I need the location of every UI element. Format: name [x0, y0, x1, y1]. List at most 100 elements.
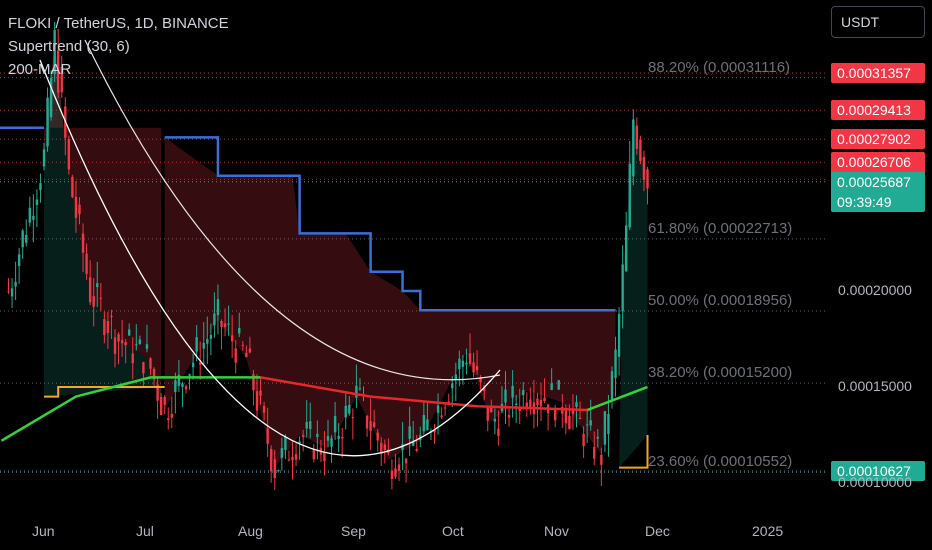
time-tick-7: 2025 [752, 523, 784, 539]
candle-body [85, 253, 88, 274]
candle-body [106, 321, 110, 334]
candle-body [135, 344, 138, 346]
candle-body [184, 386, 188, 390]
candle-body [550, 383, 553, 390]
price-label-value: 0.00027902 [837, 131, 911, 148]
candle-body [305, 422, 308, 429]
ma-legend[interactable]: 200-MAR [8, 58, 229, 81]
candle-body [234, 348, 237, 363]
candle-body [163, 397, 166, 405]
chart-area[interactable]: FLOKI / TetherUS, 1D, BINANCE Supertrend… [0, 0, 932, 550]
candle-body [191, 362, 195, 368]
time-tick-0: Jun [32, 523, 55, 539]
price-tick-1: 0.00015000 [838, 378, 912, 394]
candle-body [159, 396, 163, 416]
fib-label-3: 38.20% (0.00015200) [648, 364, 793, 382]
candle-body [642, 157, 646, 180]
candle-body [564, 410, 568, 424]
price-label-1: 0.00029413 [831, 100, 925, 121]
candle-body [422, 415, 426, 432]
candle-body [291, 456, 294, 461]
candle-body [408, 426, 411, 439]
candle-body [589, 420, 592, 426]
candle-body [110, 315, 113, 317]
candle-body [468, 353, 472, 364]
candle-body [507, 414, 511, 418]
candle-body [138, 339, 142, 345]
candle-body [610, 371, 614, 401]
countdown-timer: 09:39:49 [837, 193, 892, 210]
candle-body [415, 449, 418, 451]
candle-body [383, 444, 386, 450]
candle-body [103, 319, 106, 336]
candle-body [575, 402, 578, 408]
candle-body [124, 342, 127, 346]
candle-body [195, 337, 198, 352]
candle-body [461, 360, 465, 367]
price-label-0: 0.00031357 [831, 62, 925, 83]
candle-body [280, 448, 284, 458]
candle-body [14, 281, 17, 287]
candle-body [330, 438, 333, 447]
price-label-value: 0.00031357 [837, 64, 911, 81]
currency-button[interactable]: USDT [831, 6, 925, 38]
candle-body [17, 254, 21, 267]
candle-body [607, 414, 610, 435]
candle-body [74, 196, 78, 218]
candle-body [522, 390, 525, 396]
candle-body [596, 436, 599, 439]
candle-body [369, 420, 372, 432]
candle-body [170, 413, 173, 418]
candle-body [344, 405, 347, 418]
candle-body [25, 234, 28, 243]
candle-body [337, 435, 340, 439]
candle-body [635, 125, 639, 149]
supertrend-legend[interactable]: Supertrend (30, 6) [8, 35, 229, 58]
candle-body [298, 441, 301, 443]
candle-body [10, 288, 14, 297]
fib-label-2: 50.00% (0.00018956) [648, 292, 793, 310]
candle-body [277, 470, 280, 472]
candle-body [167, 418, 170, 421]
candle-body [440, 415, 443, 418]
candle-body [514, 403, 518, 405]
candle-body [493, 418, 497, 422]
candle-body [188, 374, 191, 376]
candle-body [585, 424, 589, 426]
candle-body [270, 449, 273, 472]
symbol-title[interactable]: FLOKI / TetherUS, 1D, BINANCE [8, 12, 229, 35]
candle-body [568, 415, 571, 429]
candle-body [245, 352, 248, 358]
candle-body [301, 435, 305, 438]
price-tick-0: 0.00020000 [838, 282, 912, 298]
candle-body [174, 380, 177, 392]
candle-body [358, 388, 362, 390]
candle-body [294, 454, 298, 460]
price-label-2: 0.00027902 [831, 129, 925, 150]
candle-body [348, 404, 351, 414]
candle-body [120, 339, 124, 344]
candle-body [355, 385, 358, 398]
price-label-value: 0.00025687 [837, 173, 911, 190]
fib-label-0: 88.20% (0.00031116) [648, 58, 791, 76]
candle-body [536, 398, 539, 405]
candle-body [213, 313, 216, 326]
candle-body [625, 225, 628, 272]
candle-body [376, 432, 379, 441]
candle-body [617, 314, 621, 357]
candle-body [230, 335, 234, 342]
candle-body [259, 390, 262, 396]
fib-label-1: 61.80% (0.00022713) [648, 219, 793, 237]
candle-body [632, 119, 635, 177]
candle-body [71, 176, 74, 198]
candle-body [426, 419, 429, 431]
candle-body [67, 138, 71, 170]
candle-body [404, 458, 408, 464]
candle-body [323, 452, 326, 462]
candle-body [621, 264, 624, 312]
chart-legend: FLOKI / TetherUS, 1D, BINANCE Supertrend… [8, 12, 229, 81]
time-tick-1: Jul [136, 523, 154, 539]
candle-body [394, 468, 397, 477]
candle-body [209, 334, 213, 339]
candle-body [220, 321, 223, 328]
